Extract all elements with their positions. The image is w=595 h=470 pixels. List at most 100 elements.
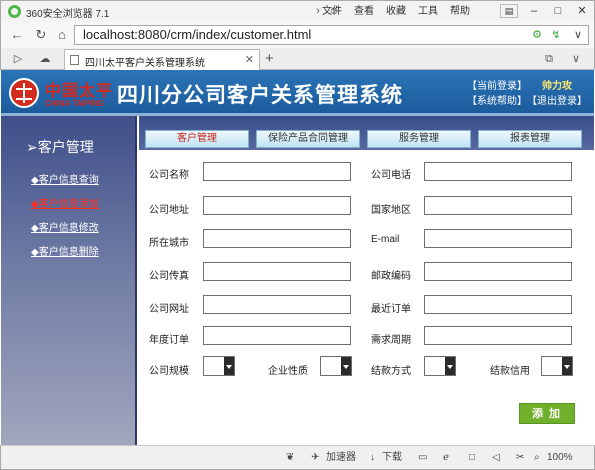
email-field[interactable] — [424, 229, 572, 248]
sidebar-item-customer-query[interactable]: ◆客户信息查询 — [31, 171, 99, 186]
tab-strip: ▷ ☁ 四川太平客户关系管理系统 ✕ + ⧉ ∨ — [0, 48, 595, 70]
city-field[interactable] — [203, 229, 351, 248]
page-banner: 中国太平 CHINA TAIPING 四川分公司客户关系管理系统 【当前登录】 … — [1, 70, 594, 116]
chevron-down-icon[interactable] — [224, 357, 234, 375]
browser-navbar: ← ↻ ⌂ localhost:8080/crm/index/customer.… — [0, 22, 595, 48]
logout-link[interactable]: 【退出登录】 — [527, 94, 587, 109]
security-icon[interactable]: ⚙ — [529, 27, 545, 43]
leaf-icon[interactable]: ❦ — [286, 451, 294, 465]
company-size-select[interactable] — [203, 356, 235, 376]
url-text[interactable]: localhost:8080/crm/index/customer.html — [83, 27, 311, 42]
city-label: 所在城市 — [149, 238, 189, 249]
accelerator-label[interactable]: 加速器 — [326, 451, 356, 465]
browser-titlebar: 360安全浏览器 7.1 › ☺ 文件 查看 收藏 工具 帮助 ▤ – □ ✕ — [0, 0, 595, 22]
company-address-label: 公司地址 — [149, 205, 189, 216]
new-tab-icon[interactable]: + — [265, 50, 274, 67]
company-phone-label: 公司电话 — [371, 170, 411, 181]
refresh-icon[interactable]: ↻ — [32, 26, 50, 44]
close-button[interactable]: ✕ — [570, 1, 594, 22]
postal-code-field[interactable] — [424, 262, 572, 281]
rocket-icon[interactable]: ✈ — [311, 451, 319, 465]
lightning-icon[interactable]: ↯ — [548, 27, 564, 43]
window-controls: ▤ – □ ✕ — [496, 1, 594, 22]
company-logo: 中国太平 CHINA TAIPING — [7, 74, 113, 112]
sound-icon[interactable]: ◁ — [492, 451, 500, 465]
maximize-button[interactable]: □ — [546, 1, 570, 22]
company-phone-field[interactable] — [424, 162, 572, 181]
skin-icon[interactable]: ▤ — [500, 4, 518, 18]
menu-help[interactable]: 帮助 — [444, 4, 476, 19]
latest-order-label: 最近订单 — [371, 304, 411, 315]
home-icon[interactable]: ⌂ — [53, 26, 71, 44]
chevron-down-icon[interactable] — [562, 357, 572, 375]
menu-favorites[interactable]: 收藏 — [380, 4, 412, 19]
menu-tools[interactable]: 工具 — [412, 4, 444, 19]
browser-statusbar: ❦ ✈ 加速器 ↓ 下载 ▭ ℯ □ ◁ ✂ ⌕ 100% — [0, 445, 595, 470]
tab-report-management[interactable]: 报表管理 — [478, 130, 582, 148]
zoom-level[interactable]: 100% — [547, 451, 573, 465]
back-arrow-icon[interactable]: ← — [8, 26, 26, 44]
zoom-icon[interactable]: ⌕ — [534, 451, 540, 465]
address-bar[interactable]: localhost:8080/crm/index/customer.html ⚙… — [74, 25, 589, 45]
minimize-button[interactable]: – — [522, 1, 546, 22]
chevron-down-icon[interactable] — [445, 357, 455, 375]
menu-view[interactable]: 查看 — [348, 4, 380, 19]
module-tabs: 客户管理 保险产品合同管理 服务管理 报表管理 — [139, 116, 594, 150]
enterprise-type-select[interactable] — [320, 356, 352, 376]
cloud-icon[interactable]: ☁ — [37, 51, 53, 67]
sidebar-item-customer-edit[interactable]: ◆客户信息修改 — [31, 219, 99, 234]
system-help-link[interactable]: 【系统帮助】 — [467, 94, 527, 109]
company-website-field[interactable] — [203, 295, 351, 314]
window-icon[interactable]: □ — [469, 451, 475, 465]
chevron-down-icon[interactable]: ∨ — [570, 27, 586, 43]
download-icon[interactable]: ↓ — [370, 451, 375, 465]
restore-tab-icon[interactable]: ⧉ — [541, 51, 557, 67]
taiping-logo-icon — [9, 78, 39, 108]
country-region-label: 国家地区 — [371, 205, 411, 216]
annual-order-label: 年度订单 — [149, 335, 189, 346]
main-content: 客户管理 保险产品合同管理 服务管理 报表管理 公司名称 公司电话 公司地址 国… — [139, 116, 594, 445]
settlement-credit-label: 结款信用 — [490, 366, 530, 377]
annual-order-field[interactable] — [203, 326, 351, 345]
browser-logo-icon — [8, 5, 21, 18]
close-tab-icon[interactable]: ✕ — [245, 53, 254, 66]
camera-icon[interactable]: ✂ — [516, 451, 524, 465]
settlement-credit-select[interactable] — [541, 356, 573, 376]
tab-active[interactable]: 四川太平客户关系管理系统 ✕ — [64, 49, 260, 70]
tab-service-management[interactable]: 服务管理 — [367, 130, 471, 148]
username: 帅力攻 — [542, 81, 572, 92]
download-label[interactable]: 下载 — [382, 451, 402, 465]
page-title: 四川分公司客户关系管理系统 — [117, 83, 403, 107]
sidebar-item-customer-add[interactable]: ◆客户信息添加 — [31, 195, 99, 210]
tab-insurance-contracts[interactable]: 保险产品合同管理 — [256, 130, 360, 148]
translate-icon[interactable]: ▭ — [418, 451, 427, 465]
chevron-down-icon[interactable] — [341, 357, 351, 375]
country-region-field[interactable] — [424, 196, 572, 215]
current-login-label: 【当前登录】 — [467, 81, 527, 92]
ie-icon[interactable]: ℯ — [443, 451, 449, 465]
web-page: 中国太平 CHINA TAIPING 四川分公司客户关系管理系统 【当前登录】 … — [1, 70, 594, 445]
postal-code-label: 邮政编码 — [371, 271, 411, 282]
company-website-label: 公司网址 — [149, 304, 189, 315]
demand-cycle-field[interactable] — [424, 326, 572, 345]
email-label: E-mail — [371, 234, 400, 245]
sidebar-item-customer-delete[interactable]: ◆客户信息删除 — [31, 243, 99, 258]
menu-file[interactable]: 文件 — [316, 4, 348, 19]
logo-english: CHINA TAIPING — [45, 99, 105, 108]
sidebar: ➢客户管理 ◆客户信息查询 ◆客户信息添加 ◆客户信息修改 ◆客户信息删除 — [1, 116, 137, 445]
browser-app-title: 360安全浏览器 7.1 — [26, 9, 110, 20]
tab-list-chevron-icon[interactable]: ∨ — [568, 51, 584, 67]
browser-menu: 文件 查看 收藏 工具 帮助 — [316, 4, 476, 19]
latest-order-field[interactable] — [424, 295, 572, 314]
add-button[interactable]: 添加 — [519, 403, 575, 424]
settlement-method-select[interactable] — [424, 356, 456, 376]
sidebar-heading: ➢客户管理 — [26, 139, 94, 155]
company-address-field[interactable] — [203, 196, 351, 215]
sidebar-toggle-icon[interactable]: ▷ — [10, 51, 26, 67]
page-icon — [70, 55, 79, 65]
logo-chinese: 中国太平 — [45, 81, 114, 100]
company-fax-field[interactable] — [203, 262, 351, 281]
company-name-field[interactable] — [203, 162, 351, 181]
tab-customer-management[interactable]: 客户管理 — [145, 130, 249, 148]
company-fax-label: 公司传真 — [149, 271, 189, 282]
